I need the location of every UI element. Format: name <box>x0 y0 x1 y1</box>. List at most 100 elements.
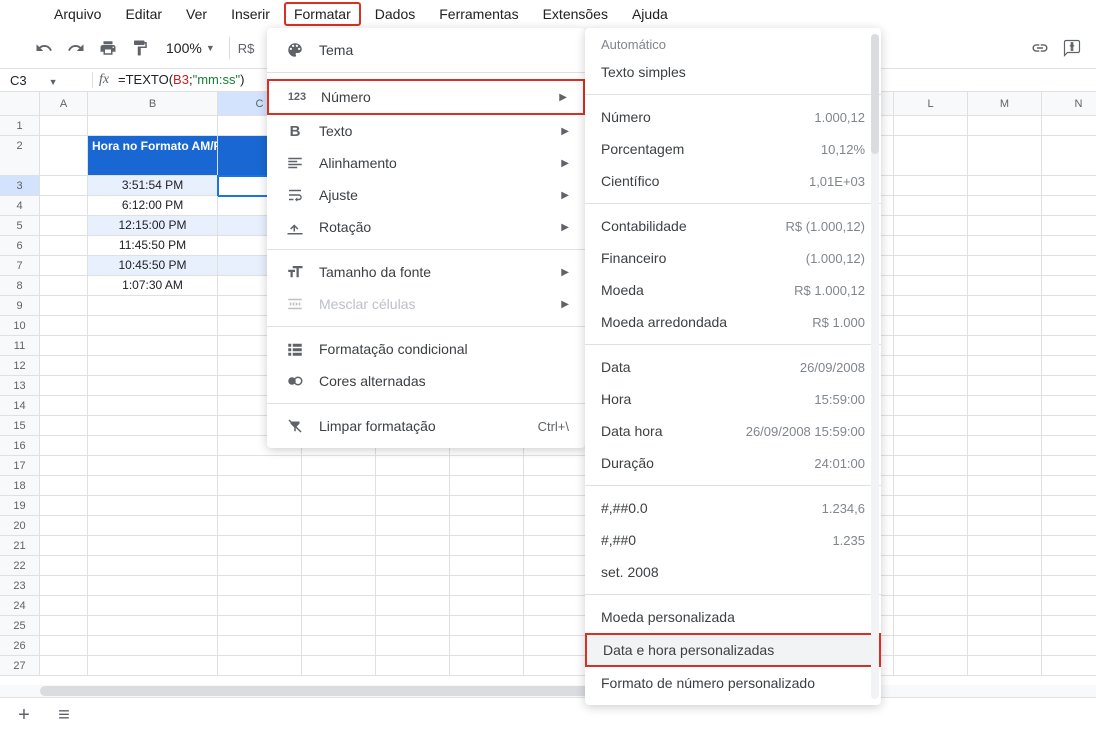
number-format-hora[interactable]: Hora15:59:00 <box>585 383 881 415</box>
add-sheet-button[interactable]: + <box>12 704 36 728</box>
cell-F20[interactable] <box>450 516 524 536</box>
row-header-8[interactable]: 8 <box>0 276 39 296</box>
cell-L15[interactable] <box>894 416 968 436</box>
submenu-scroll-thumb[interactable] <box>871 34 879 154</box>
number-format--0[interactable]: #,##01.235 <box>585 524 881 556</box>
cell-F17[interactable] <box>450 456 524 476</box>
cell-B5[interactable]: 12:15:00 PM <box>88 216 218 236</box>
cell-B12[interactable] <box>88 356 218 376</box>
cell-B19[interactable] <box>88 496 218 516</box>
col-header-A[interactable]: A <box>40 92 88 115</box>
row-header-26[interactable]: 26 <box>0 636 39 656</box>
cell-N12[interactable] <box>1042 356 1096 376</box>
insert-comment-button[interactable] <box>1060 36 1084 60</box>
row-header-4[interactable]: 4 <box>0 196 39 216</box>
cell-L5[interactable] <box>894 216 968 236</box>
format-item-tema[interactable]: Tema <box>267 34 585 66</box>
cell-A18[interactable] <box>40 476 88 496</box>
row-header-14[interactable]: 14 <box>0 396 39 416</box>
cell-E24[interactable] <box>376 596 450 616</box>
cell-L26[interactable] <box>894 636 968 656</box>
cell-N22[interactable] <box>1042 556 1096 576</box>
row-header-2[interactable]: 2 <box>0 136 39 176</box>
col-header-N[interactable]: N <box>1042 92 1096 115</box>
cell-M18[interactable] <box>968 476 1042 496</box>
cell-N16[interactable] <box>1042 436 1096 456</box>
row-header-1[interactable]: 1 <box>0 116 39 136</box>
cell-B21[interactable] <box>88 536 218 556</box>
cell-L10[interactable] <box>894 316 968 336</box>
format-item-texto[interactable]: BTexto▶ <box>267 115 585 147</box>
cell-M20[interactable] <box>968 516 1042 536</box>
cell-M24[interactable] <box>968 596 1042 616</box>
cell-N19[interactable] <box>1042 496 1096 516</box>
cell-D22[interactable] <box>302 556 376 576</box>
cell-M17[interactable] <box>968 456 1042 476</box>
cell-L24[interactable] <box>894 596 968 616</box>
cell-A17[interactable] <box>40 456 88 476</box>
cell-N20[interactable] <box>1042 516 1096 536</box>
cell-M10[interactable] <box>968 316 1042 336</box>
cell-E25[interactable] <box>376 616 450 636</box>
cell-A16[interactable] <box>40 436 88 456</box>
cell-C26[interactable] <box>218 636 302 656</box>
cell-M13[interactable] <box>968 376 1042 396</box>
all-sheets-button[interactable]: ≡ <box>52 704 76 728</box>
cell-A23[interactable] <box>40 576 88 596</box>
cell-N26[interactable] <box>1042 636 1096 656</box>
cell-A8[interactable] <box>40 276 88 296</box>
cell-C27[interactable] <box>218 656 302 676</box>
redo-button[interactable] <box>64 36 88 60</box>
number-format-moeda[interactable]: MoedaR$ 1.000,12 <box>585 274 881 306</box>
submenu-scrollbar[interactable] <box>871 34 879 699</box>
number-format-formato-de-n-mero-personalizado[interactable]: Formato de número personalizado <box>585 667 881 699</box>
cell-A10[interactable] <box>40 316 88 336</box>
cell-A1[interactable] <box>40 116 88 136</box>
cell-M21[interactable] <box>968 536 1042 556</box>
row-header-22[interactable]: 22 <box>0 556 39 576</box>
cell-M5[interactable] <box>968 216 1042 236</box>
row-header-5[interactable]: 5 <box>0 216 39 236</box>
cell-B14[interactable] <box>88 396 218 416</box>
cell-L12[interactable] <box>894 356 968 376</box>
cell-B25[interactable] <box>88 616 218 636</box>
cell-N13[interactable] <box>1042 376 1096 396</box>
format-item-rotação[interactable]: Rotação▶ <box>267 211 585 243</box>
cell-B23[interactable] <box>88 576 218 596</box>
row-header-20[interactable]: 20 <box>0 516 39 536</box>
zoom-select[interactable]: 100%▼ <box>160 40 221 56</box>
cell-E21[interactable] <box>376 536 450 556</box>
menu-arquivo[interactable]: Arquivo <box>44 2 111 26</box>
cell-A5[interactable] <box>40 216 88 236</box>
insert-link-button[interactable] <box>1028 36 1052 60</box>
cell-D18[interactable] <box>302 476 376 496</box>
cell-C21[interactable] <box>218 536 302 556</box>
cell-D19[interactable] <box>302 496 376 516</box>
cell-F18[interactable] <box>450 476 524 496</box>
cell-A15[interactable] <box>40 416 88 436</box>
cell-L2[interactable] <box>894 136 968 176</box>
cell-L19[interactable] <box>894 496 968 516</box>
number-format-set-2008[interactable]: set. 2008 <box>585 556 881 588</box>
cell-B17[interactable] <box>88 456 218 476</box>
number-format-data[interactable]: Data26/09/2008 <box>585 351 881 383</box>
cell-N1[interactable] <box>1042 116 1096 136</box>
cell-A4[interactable] <box>40 196 88 216</box>
number-format--0-0[interactable]: #,##0.01.234,6 <box>585 492 881 524</box>
cell-E20[interactable] <box>376 516 450 536</box>
cell-A19[interactable] <box>40 496 88 516</box>
col-header-M[interactable]: M <box>968 92 1042 115</box>
menu-inserir[interactable]: Inserir <box>221 2 280 26</box>
print-button[interactable] <box>96 36 120 60</box>
currency-format-button[interactable]: R$ <box>238 36 255 60</box>
row-header-25[interactable]: 25 <box>0 616 39 636</box>
cell-M11[interactable] <box>968 336 1042 356</box>
cell-A3[interactable] <box>40 176 88 196</box>
cell-L1[interactable] <box>894 116 968 136</box>
name-box[interactable]: C3▼ <box>0 73 92 88</box>
cell-C17[interactable] <box>218 456 302 476</box>
cell-A25[interactable] <box>40 616 88 636</box>
cell-L3[interactable] <box>894 176 968 196</box>
row-header-7[interactable]: 7 <box>0 256 39 276</box>
cell-A11[interactable] <box>40 336 88 356</box>
